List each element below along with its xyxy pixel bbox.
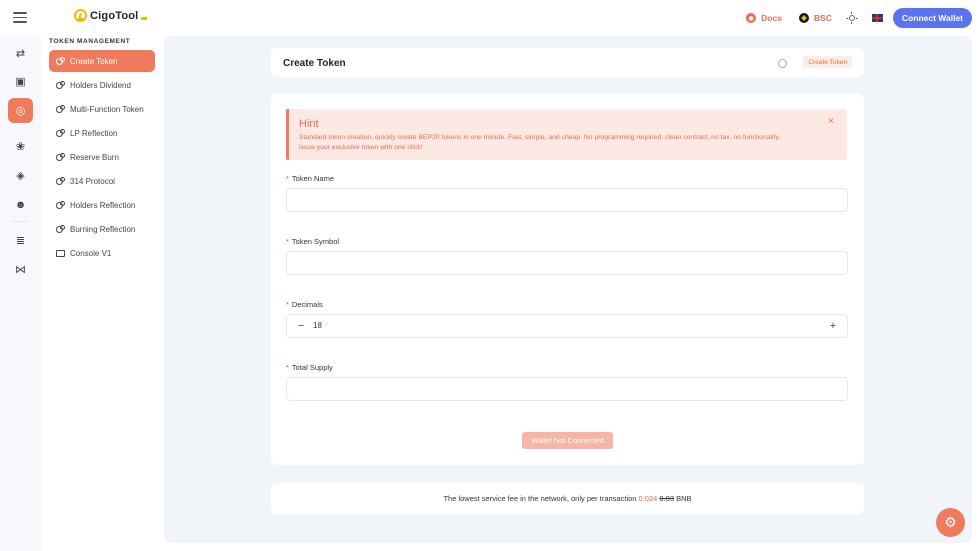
page-title: Create Token xyxy=(283,58,346,69)
database-icon[interactable]: ≣ xyxy=(8,228,33,253)
token-symbol-label: * Token Symbol xyxy=(286,237,340,246)
docs-link[interactable]: ◉ Docs xyxy=(746,13,782,23)
butterfly-icon[interactable]: ⋈ xyxy=(8,257,33,282)
total-supply-input[interactable] xyxy=(286,377,848,401)
sidebar-item-label: 314 Protocol xyxy=(70,176,115,186)
panda-icon[interactable]: ☻ xyxy=(8,192,33,217)
fee-prefix: The lowest service fee in the network, o… xyxy=(443,494,637,503)
chain-selector[interactable]: BSC xyxy=(798,13,832,23)
total-supply-label: * Total Supply xyxy=(286,363,333,372)
logo[interactable]: CigoTool xyxy=(74,9,148,22)
sidebar: TOKEN MANAGEMENT Create Token Holders Di… xyxy=(41,36,164,551)
coins-icon xyxy=(56,201,65,209)
swap-icon[interactable]: ⇄ xyxy=(8,41,33,66)
close-icon[interactable]: × xyxy=(827,117,835,127)
sidebar-item-label: Holders Reflection xyxy=(70,200,136,210)
fee-new-price: 0.024 xyxy=(638,494,658,503)
sidebar-item-console-v1[interactable]: Console V1 xyxy=(49,242,155,264)
sidebar-item-lp-reflection[interactable]: LP Reflection xyxy=(49,122,155,144)
logo-text: CigoTool xyxy=(90,9,139,22)
coins-icon xyxy=(56,105,65,113)
decimals-label: * Decimals xyxy=(286,300,323,309)
decimals-value[interactable]: 18 xyxy=(313,315,322,337)
sidebar-heading: TOKEN MANAGEMENT xyxy=(49,38,131,45)
bsc-chain-icon xyxy=(798,13,809,23)
create-token-form-card: Hint Standard token creation, quickly cr… xyxy=(271,94,864,465)
plus-icon[interactable]: + xyxy=(821,315,845,337)
language-flag-icon[interactable] xyxy=(871,14,883,22)
menu-icon[interactable] xyxy=(13,12,27,24)
sidebar-item-label: Console V1 xyxy=(70,248,112,258)
hint-alert: Hint Standard token creation, quickly cr… xyxy=(286,109,847,160)
info-icon[interactable] xyxy=(778,59,787,68)
coins-icon xyxy=(56,153,65,161)
wallet-icon[interactable]: ▣ xyxy=(8,69,33,94)
top-right-controls: ◉ Docs BSC Connect Wallet xyxy=(746,8,972,28)
token-icon[interactable]: ◎ xyxy=(8,98,33,123)
hint-title: Hint xyxy=(299,118,319,130)
sidebar-item-label: LP Reflection xyxy=(70,128,118,138)
hint-text: Standard token creation, quickly create … xyxy=(299,134,781,151)
sidebar-item-multi-function-token[interactable]: Multi-Function Token xyxy=(49,98,155,120)
logo-underline xyxy=(141,17,148,20)
docs-label: Docs xyxy=(761,13,782,23)
sidebar-item-label: Reserve Burn xyxy=(70,152,119,162)
fee-card: The lowest service fee in the network, o… xyxy=(271,483,864,514)
token-name-label: * Token Name xyxy=(286,174,335,183)
coins-icon xyxy=(56,81,65,89)
breadcrumb[interactable]: Create Token xyxy=(803,56,852,68)
top-bar: CigoTool ◉ Docs BSC Connect Wallet xyxy=(0,0,980,36)
sidebar-item-reserve-burn[interactable]: Reserve Burn xyxy=(49,146,155,168)
sidebar-item-label: Burning Reflection xyxy=(70,224,136,234)
docs-icon: ◉ xyxy=(746,13,757,23)
binance-icon[interactable]: ◈ xyxy=(8,163,33,188)
token-symbol-input[interactable] xyxy=(286,251,848,275)
chain-label: BSC xyxy=(813,13,832,23)
sidebar-item-label: Holders Dividend xyxy=(70,80,131,90)
fee-unit: BNB xyxy=(676,494,692,503)
page-header-card: Create Token Create Token xyxy=(271,48,864,77)
logo-icon xyxy=(74,9,87,22)
icon-rail: ⇄ ▣ ◎ ❀ ◈ ☻ ≣ ⋈ xyxy=(0,36,41,551)
sidebar-item-label: Multi-Function Token xyxy=(70,104,144,114)
settings-gear-icon[interactable]: ⚙ xyxy=(936,508,965,537)
sidebar-item-holders-dividend[interactable]: Holders Dividend xyxy=(49,74,155,96)
coins-icon xyxy=(56,225,65,233)
connect-wallet-button[interactable]: Connect Wallet xyxy=(892,8,972,28)
sidebar-item-burning-reflection[interactable]: Burning Reflection xyxy=(49,218,155,240)
rabbit-icon[interactable]: ❀ xyxy=(8,134,33,159)
token-name-input[interactable] xyxy=(286,188,848,212)
console-icon xyxy=(56,249,65,257)
main-content: Create Token Create Token Hint Standard … xyxy=(164,36,972,543)
coins-icon xyxy=(56,177,65,185)
fee-text: The lowest service fee in the network, o… xyxy=(271,494,864,503)
sidebar-item-create-token[interactable]: Create Token xyxy=(49,50,155,72)
theme-toggle-sun-icon[interactable] xyxy=(845,12,858,24)
coins-icon xyxy=(56,129,65,137)
coins-icon xyxy=(56,57,65,65)
wallet-not-connected-button[interactable]: Wallet Not Connected xyxy=(522,432,613,449)
decimals-stepper[interactable]: − 18 + xyxy=(286,314,848,338)
fee-old-price: 0.03 xyxy=(659,494,675,503)
sidebar-item-314-protocol[interactable]: 314 Protocol xyxy=(49,170,155,192)
minus-icon[interactable]: − xyxy=(289,315,313,337)
sidebar-item-holders-reflection[interactable]: Holders Reflection xyxy=(49,194,155,216)
rail-divider xyxy=(12,221,29,222)
sidebar-item-label: Create Token xyxy=(70,56,118,66)
